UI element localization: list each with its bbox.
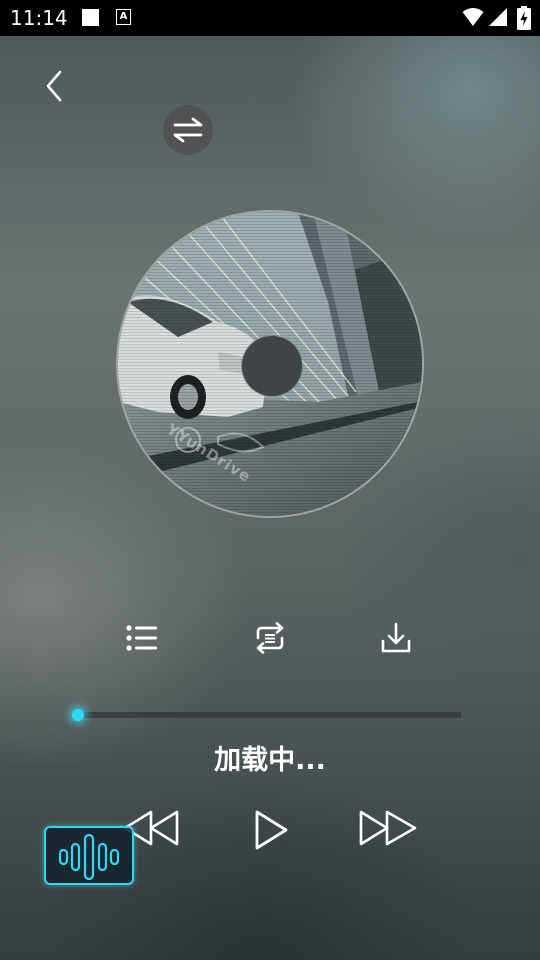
- playlist-button[interactable]: [122, 618, 162, 658]
- battery-charging-icon: [517, 6, 531, 30]
- playlist-icon: [126, 625, 157, 651]
- back-button[interactable]: [34, 66, 74, 106]
- loading-status-text: 加载中...: [214, 745, 326, 776]
- swap-arrows-icon: [173, 117, 203, 143]
- status-bar: 11:14 A: [0, 0, 540, 36]
- status-time: 11:14: [10, 6, 68, 30]
- repeat-mode-button[interactable]: [250, 618, 290, 658]
- cell-signal-icon: [489, 8, 507, 26]
- keyboard-a-icon: A: [116, 9, 131, 25]
- switch-source-button[interactable]: [163, 105, 213, 155]
- notification-square-icon: [82, 9, 99, 26]
- chevron-left-icon: [46, 70, 62, 102]
- album-disc: YYunDrive: [116, 210, 424, 518]
- voice-assistant-button[interactable]: [44, 826, 134, 885]
- play-icon: [255, 810, 288, 850]
- disc-center-hole: [242, 336, 302, 396]
- voice-waveform-icon: [58, 833, 120, 880]
- wifi-icon: [462, 8, 484, 26]
- play-button[interactable]: [246, 806, 294, 854]
- download-button[interactable]: [376, 618, 416, 658]
- download-icon: [381, 622, 411, 653]
- repeat-loop-icon: [256, 622, 284, 654]
- fast-forward-icon: [359, 810, 417, 846]
- next-button[interactable]: [356, 804, 420, 852]
- progress-knob[interactable]: [72, 709, 84, 721]
- progress-track[interactable]: [78, 712, 461, 718]
